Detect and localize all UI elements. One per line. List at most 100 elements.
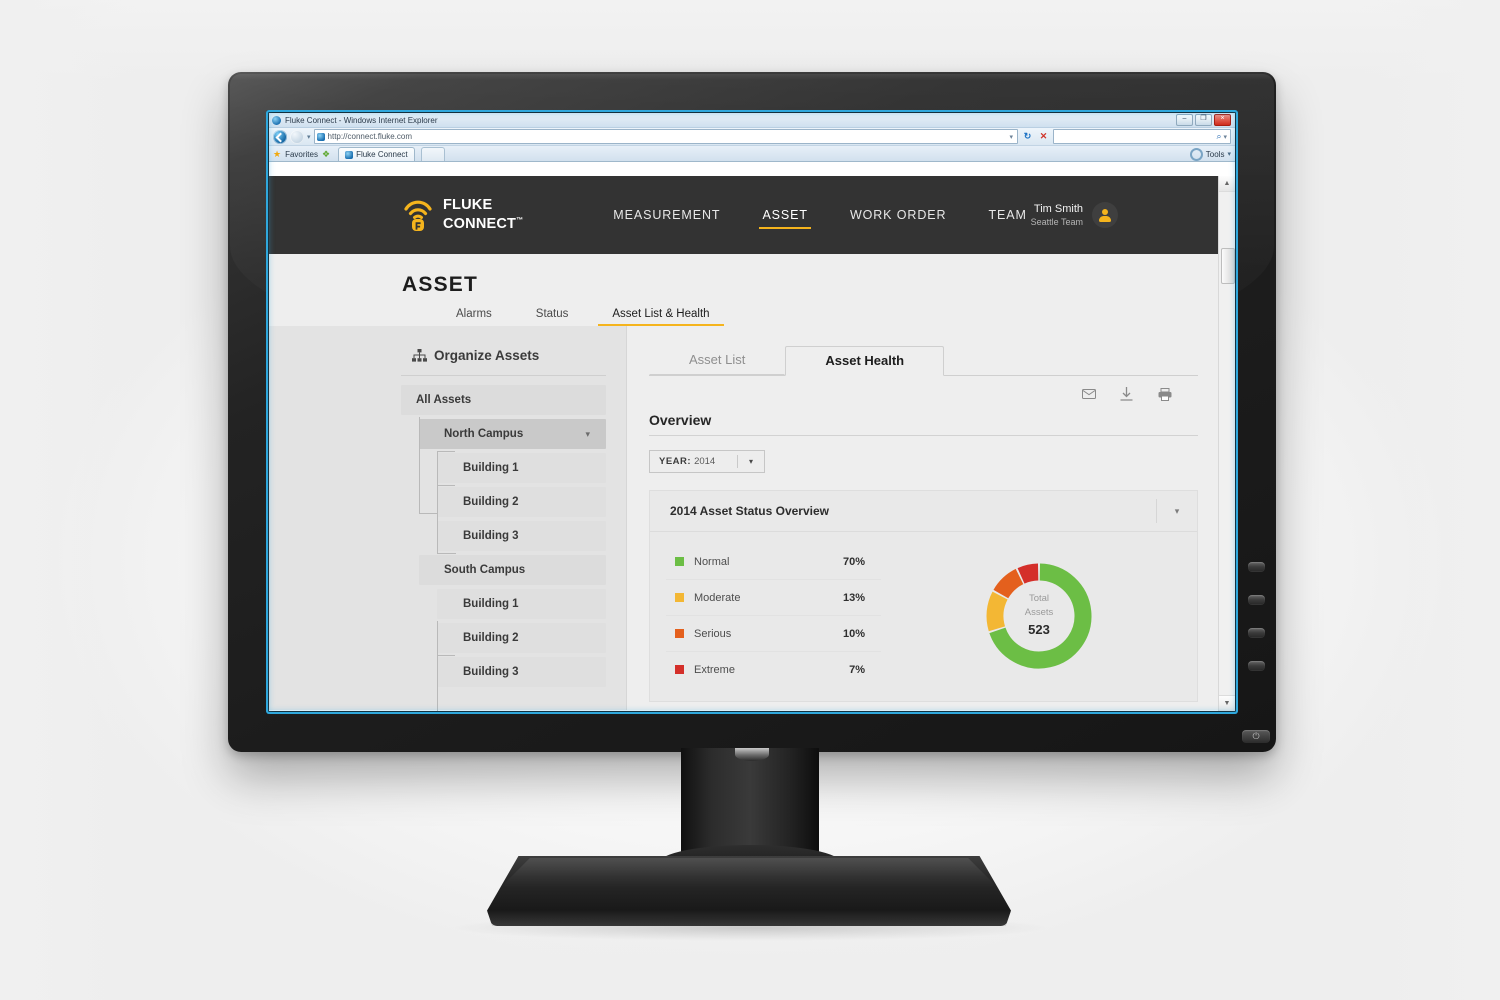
- monitor-stand-hinge: [735, 748, 769, 761]
- tree-connector: [437, 451, 456, 554]
- nav-item-measurement[interactable]: MEASUREMENT: [592, 195, 741, 235]
- legend-swatch-normal: [675, 557, 684, 566]
- page-favicon-icon: [316, 132, 325, 141]
- legend-label-normal: Normal: [694, 555, 730, 568]
- browser-navigation-bar: ▾ http://connect.fluke.com ▾ ↻ ✕ ⌕ ▾: [269, 128, 1235, 146]
- user-menu[interactable]: Tim Smith Seattle Team: [1031, 202, 1119, 228]
- legend-swatch-moderate: [675, 593, 684, 602]
- donut-center-label: Total Assets 523: [981, 558, 1097, 674]
- asset-tree: All Assets North Campus ▾ Building 1 Bui…: [269, 383, 626, 711]
- legend-value-normal: 70%: [842, 555, 865, 568]
- fluke-connect-app: FLUKE CONNECT™ MEASUREMENT ASSET WORK OR…: [269, 176, 1219, 711]
- card-body: Normal 70% Moderate 13% Serious 10% Extr…: [650, 532, 1197, 701]
- tools-menu[interactable]: Tools ▾: [1189, 148, 1231, 161]
- tree-item-label: Building 2: [463, 496, 519, 508]
- tree-item-label: All Assets: [416, 394, 472, 406]
- year-filter-dropdown[interactable]: YEAR: 2014 ▾: [649, 450, 765, 473]
- chevron-down-icon[interactable]: ▾: [738, 457, 764, 466]
- tab-asset-list[interactable]: Asset List: [649, 345, 786, 375]
- legend-row-moderate: Moderate 13%: [666, 580, 881, 616]
- card-header[interactable]: 2014 Asset Status Overview ▾: [650, 491, 1198, 532]
- fluke-connect-logo[interactable]: FLUKE CONNECT™: [402, 198, 523, 232]
- logo-line-1: FLUKE: [443, 197, 493, 214]
- monitor-button-3[interactable]: [1248, 628, 1265, 637]
- address-bar-value: http://connect.fluke.com: [327, 132, 413, 141]
- asset-status-donut-chart: Total Assets 523: [981, 558, 1097, 674]
- page-scrollbar[interactable]: ▲ ▼: [1218, 176, 1235, 711]
- legend-value-serious: 10%: [842, 627, 865, 640]
- favorites-star-icon[interactable]: ★: [273, 148, 281, 161]
- sidebar-divider: [401, 375, 606, 376]
- nav-item-work-order[interactable]: WORK ORDER: [829, 195, 968, 235]
- chevron-down-icon[interactable]: ▾: [585, 429, 590, 440]
- computer-monitor: Fluke Connect - Windows Internet Explore…: [228, 72, 1276, 752]
- address-bar[interactable]: http://connect.fluke.com ▾: [313, 129, 1018, 144]
- recent-pages-caret-icon[interactable]: ▾: [307, 133, 311, 141]
- donut-center-line2: Assets: [1024, 607, 1054, 618]
- minimize-button[interactable]: –: [1176, 114, 1193, 126]
- avatar[interactable]: [1092, 202, 1119, 228]
- browser-favorites-bar: ★ Favorites ❖ Fluke Connect Tools ▾: [269, 146, 1235, 162]
- stop-icon[interactable]: ✕: [1037, 130, 1050, 143]
- monitor-button-4[interactable]: [1248, 661, 1265, 670]
- page-viewport: FLUKE CONNECT™ MEASUREMENT ASSET WORK OR…: [269, 176, 1235, 711]
- monitor-button-2[interactable]: [1248, 595, 1265, 604]
- chevron-down-icon[interactable]: ▾: [1157, 506, 1197, 517]
- refresh-icon[interactable]: ↻: [1021, 130, 1034, 143]
- user-team: Seattle Team: [1030, 217, 1084, 227]
- browser-tab-label: Fluke Connect: [356, 150, 408, 159]
- download-icon[interactable]: [1119, 387, 1134, 401]
- nav-item-asset[interactable]: ASSET: [741, 195, 829, 235]
- organize-assets-panel: Organize Assets All Assets North Campus …: [269, 326, 627, 711]
- tree-connector: [437, 621, 456, 711]
- legend-label-extreme: Extreme: [694, 663, 735, 676]
- tools-caret-icon: ▾: [1227, 151, 1231, 158]
- monitor-power-button[interactable]: ⏻: [1242, 730, 1270, 743]
- window-title: Fluke Connect - Windows Internet Explore…: [285, 115, 438, 125]
- tab-asset-health[interactable]: Asset Health: [785, 346, 945, 376]
- address-dropdown-caret-icon[interactable]: ▾: [1009, 133, 1015, 141]
- search-icon: ⌕: [1216, 131, 1222, 141]
- close-button[interactable]: ×: [1214, 114, 1231, 126]
- tree-connector: [437, 655, 455, 656]
- year-filter-value: 2014: [694, 456, 716, 467]
- tree-connector: [437, 485, 455, 486]
- search-provider-caret-icon[interactable]: ▾: [1223, 133, 1227, 141]
- print-icon[interactable]: [1157, 387, 1172, 401]
- tree-item-label: Building 3: [463, 530, 519, 542]
- email-icon[interactable]: [1081, 387, 1096, 401]
- organize-assets-header: Organize Assets: [412, 348, 626, 363]
- tree-item-label: Building 2: [463, 632, 519, 644]
- subtab-alarms[interactable]: Alarms: [434, 308, 514, 326]
- tree-item-south-campus[interactable]: South Campus: [269, 553, 626, 587]
- tree-item-all-assets[interactable]: All Assets: [269, 383, 626, 417]
- legend-swatch-extreme: [675, 665, 684, 674]
- app-header: FLUKE CONNECT™ MEASUREMENT ASSET WORK OR…: [269, 176, 1219, 254]
- scroll-up-button[interactable]: ▲: [1219, 176, 1235, 192]
- legend-row-extreme: Extreme 7%: [666, 652, 881, 687]
- browser-tab[interactable]: Fluke Connect: [338, 147, 415, 161]
- card-title: 2014 Asset Status Overview: [670, 504, 829, 518]
- subtab-status[interactable]: Status: [514, 308, 591, 326]
- new-tab-button[interactable]: [420, 147, 445, 161]
- subtab-asset-list-health[interactable]: Asset List & Health: [590, 308, 731, 326]
- maximize-button[interactable]: ❐: [1195, 114, 1212, 126]
- donut-center-line1: Total: [1028, 593, 1050, 604]
- forward-button[interactable]: [290, 129, 304, 144]
- scrollbar-thumb[interactable]: [1221, 248, 1235, 284]
- fluke-wifi-logo-icon: [402, 198, 434, 232]
- monitor-button-1[interactable]: [1248, 562, 1265, 571]
- user-info: Tim Smith Seattle Team: [1031, 202, 1083, 228]
- monitor-drop-shadow: [455, 915, 1045, 941]
- back-button[interactable]: [273, 129, 287, 144]
- tree-item-south-building-1[interactable]: Building 1: [269, 587, 626, 621]
- donut-chart-area: Total Assets 523: [881, 544, 1197, 687]
- tree-item-north-campus[interactable]: North Campus ▾: [269, 417, 626, 451]
- legend-row-serious: Serious 10%: [666, 616, 881, 652]
- search-box[interactable]: ⌕ ▾: [1053, 129, 1231, 144]
- scroll-down-button[interactable]: ▼: [1219, 695, 1235, 711]
- organize-assets-title: Organize Assets: [434, 348, 540, 363]
- tree-connector: [419, 417, 438, 514]
- add-to-favorites-icon[interactable]: ❖: [322, 148, 330, 161]
- favorites-label[interactable]: Favorites: [285, 148, 318, 161]
